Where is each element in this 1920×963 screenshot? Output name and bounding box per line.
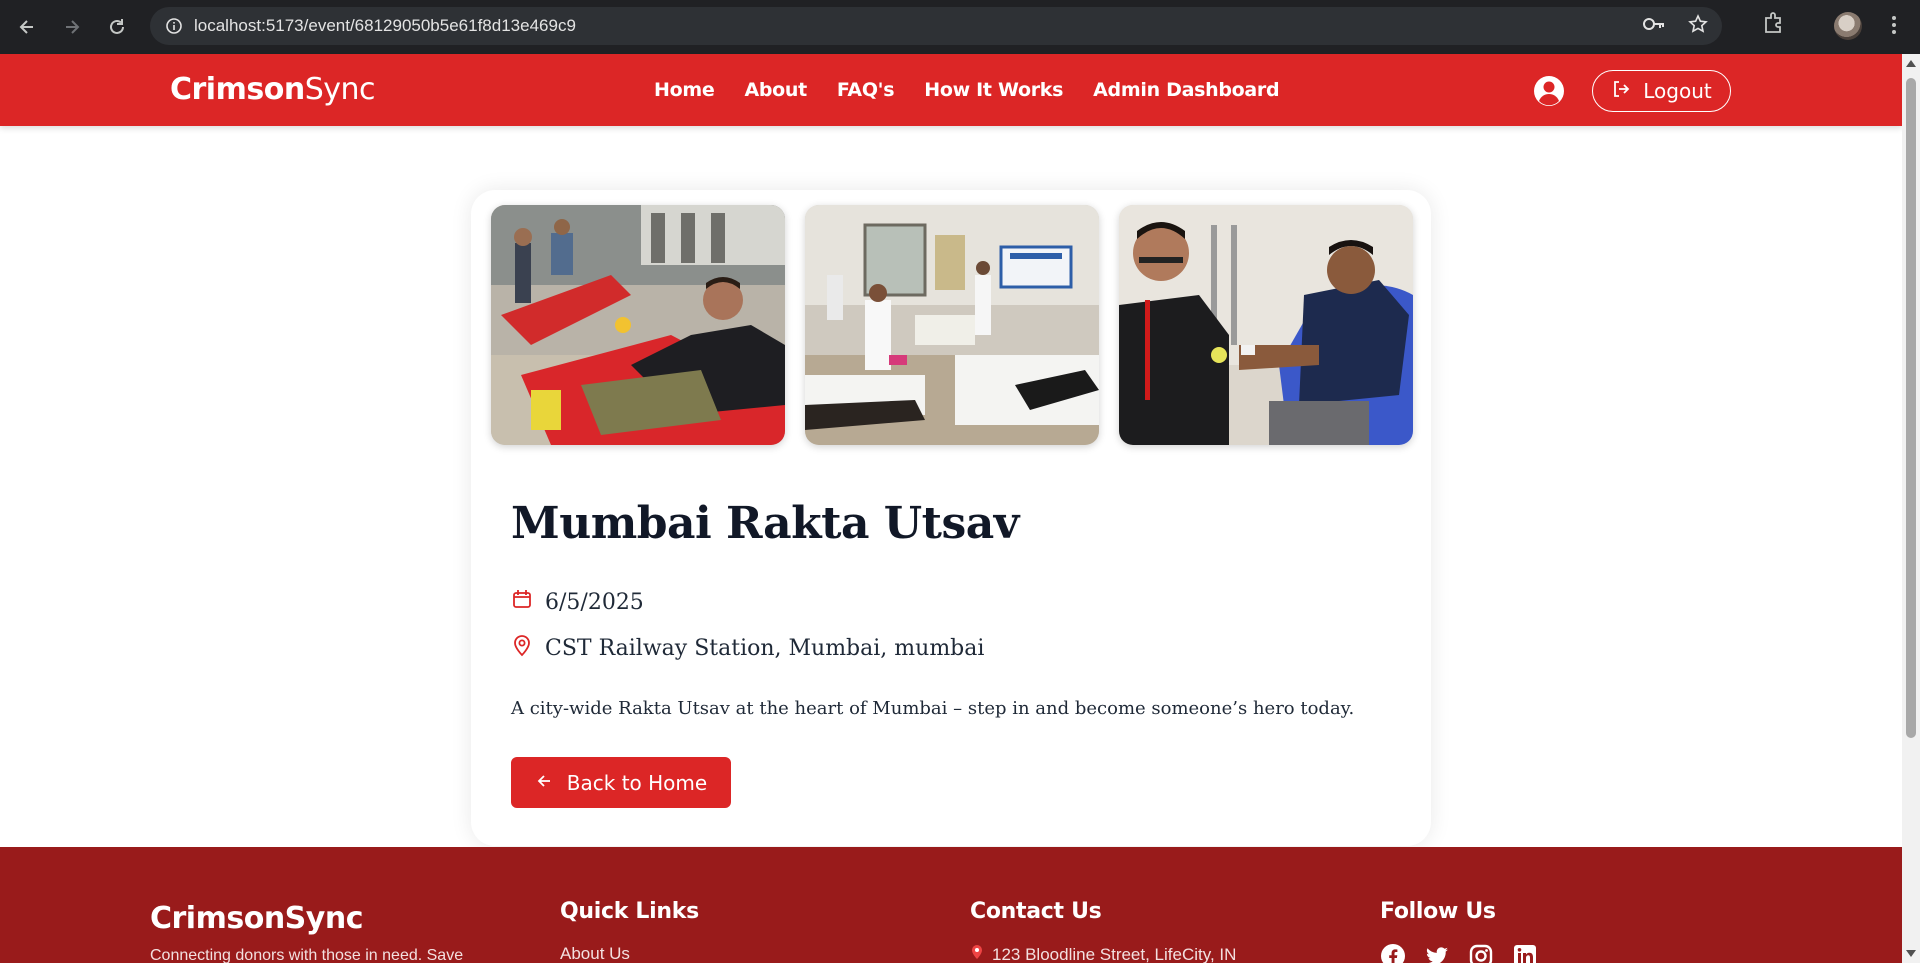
main-nav: Home About FAQ's How It Works Admin Dash… xyxy=(654,54,1280,126)
pin-icon xyxy=(970,944,984,963)
event-card: Mumbai Rakta Utsav 6/5/2025 CST Railway … xyxy=(471,190,1431,846)
calendar-icon xyxy=(511,588,533,616)
address-bar[interactable]: localhost:5173/event/68129050b5e61f8d13e… xyxy=(150,7,1722,45)
blood-donation-hall-photo xyxy=(491,205,785,445)
nav-how-it-works[interactable]: How It Works xyxy=(924,79,1063,101)
more-menu-icon[interactable] xyxy=(1884,12,1904,43)
event-date: 6/5/2025 xyxy=(545,589,644,615)
password-key-icon[interactable] xyxy=(1642,15,1666,38)
browser-toolbar: localhost:5173/event/68129050b5e61f8d13e… xyxy=(0,0,1920,54)
site-header: CrimsonSync Home About FAQ's How It Work… xyxy=(0,54,1902,126)
instagram-icon[interactable] xyxy=(1468,943,1494,963)
profile-avatar[interactable] xyxy=(1834,12,1862,40)
donor-with-volunteer-photo xyxy=(1119,205,1413,445)
reload-icon[interactable] xyxy=(95,5,139,49)
follow-heading: Follow Us xyxy=(1380,899,1496,924)
linkedin-icon[interactable] xyxy=(1512,943,1538,963)
arrow-left-icon xyxy=(535,771,553,795)
footer-address: 123 Bloodline Street, LifeCity, IN xyxy=(992,944,1237,963)
logout-button[interactable]: Logout xyxy=(1592,70,1731,112)
scrollbar-thumb[interactable] xyxy=(1906,78,1916,738)
page-scrollbar[interactable] xyxy=(1902,54,1920,963)
bookmark-star-icon[interactable] xyxy=(1688,13,1708,39)
twitter-icon[interactable] xyxy=(1424,943,1450,963)
scroll-down-arrow-icon[interactable] xyxy=(1906,950,1916,957)
donation-camp-classroom-photo xyxy=(805,205,1099,445)
extensions-icon[interactable] xyxy=(1762,10,1786,41)
logout-icon xyxy=(1611,79,1631,104)
event-description: A city-wide Rakta Utsav at the heart of … xyxy=(511,698,1355,719)
back-arrow-icon[interactable] xyxy=(5,5,49,49)
footer-link-about-us[interactable]: About Us xyxy=(560,944,630,963)
nav-about[interactable]: About xyxy=(744,79,807,101)
nav-faqs[interactable]: FAQ's xyxy=(837,79,895,101)
logout-label: Logout xyxy=(1643,79,1712,103)
back-to-home-label: Back to Home xyxy=(566,770,708,795)
footer-tagline: Connecting donors with those in need. Sa… xyxy=(150,947,464,963)
site-info-icon[interactable] xyxy=(154,17,194,35)
nav-home[interactable]: Home xyxy=(654,79,715,101)
footer-address-row: 123 Bloodline Street, LifeCity, IN xyxy=(970,944,1236,963)
user-account-icon[interactable] xyxy=(1533,75,1565,107)
scroll-up-arrow-icon[interactable] xyxy=(1906,60,1916,67)
facebook-icon[interactable] xyxy=(1380,943,1406,963)
nav-admin-dashboard[interactable]: Admin Dashboard xyxy=(1093,79,1279,101)
event-location-row: CST Railway Station, Mumbai, mumbai xyxy=(511,633,984,663)
event-photo-gallery xyxy=(491,205,1413,445)
quick-links-heading: Quick Links xyxy=(560,899,699,924)
forward-arrow-icon[interactable] xyxy=(50,5,94,49)
social-links xyxy=(1380,943,1538,963)
event-date-row: 6/5/2025 xyxy=(511,588,644,616)
event-location: CST Railway Station, Mumbai, mumbai xyxy=(545,635,985,661)
url-text[interactable]: localhost:5173/event/68129050b5e61f8d13e… xyxy=(194,16,576,36)
brand-logo[interactable]: CrimsonSync xyxy=(170,72,376,107)
map-pin-icon xyxy=(511,633,533,663)
site-footer: CrimsonSync Connecting donors with those… xyxy=(0,847,1902,963)
back-to-home-button[interactable]: Back to Home xyxy=(511,757,731,808)
contact-heading: Contact Us xyxy=(970,899,1102,924)
footer-brand: CrimsonSync xyxy=(150,901,363,936)
event-title: Mumbai Rakta Utsav xyxy=(511,498,1019,549)
